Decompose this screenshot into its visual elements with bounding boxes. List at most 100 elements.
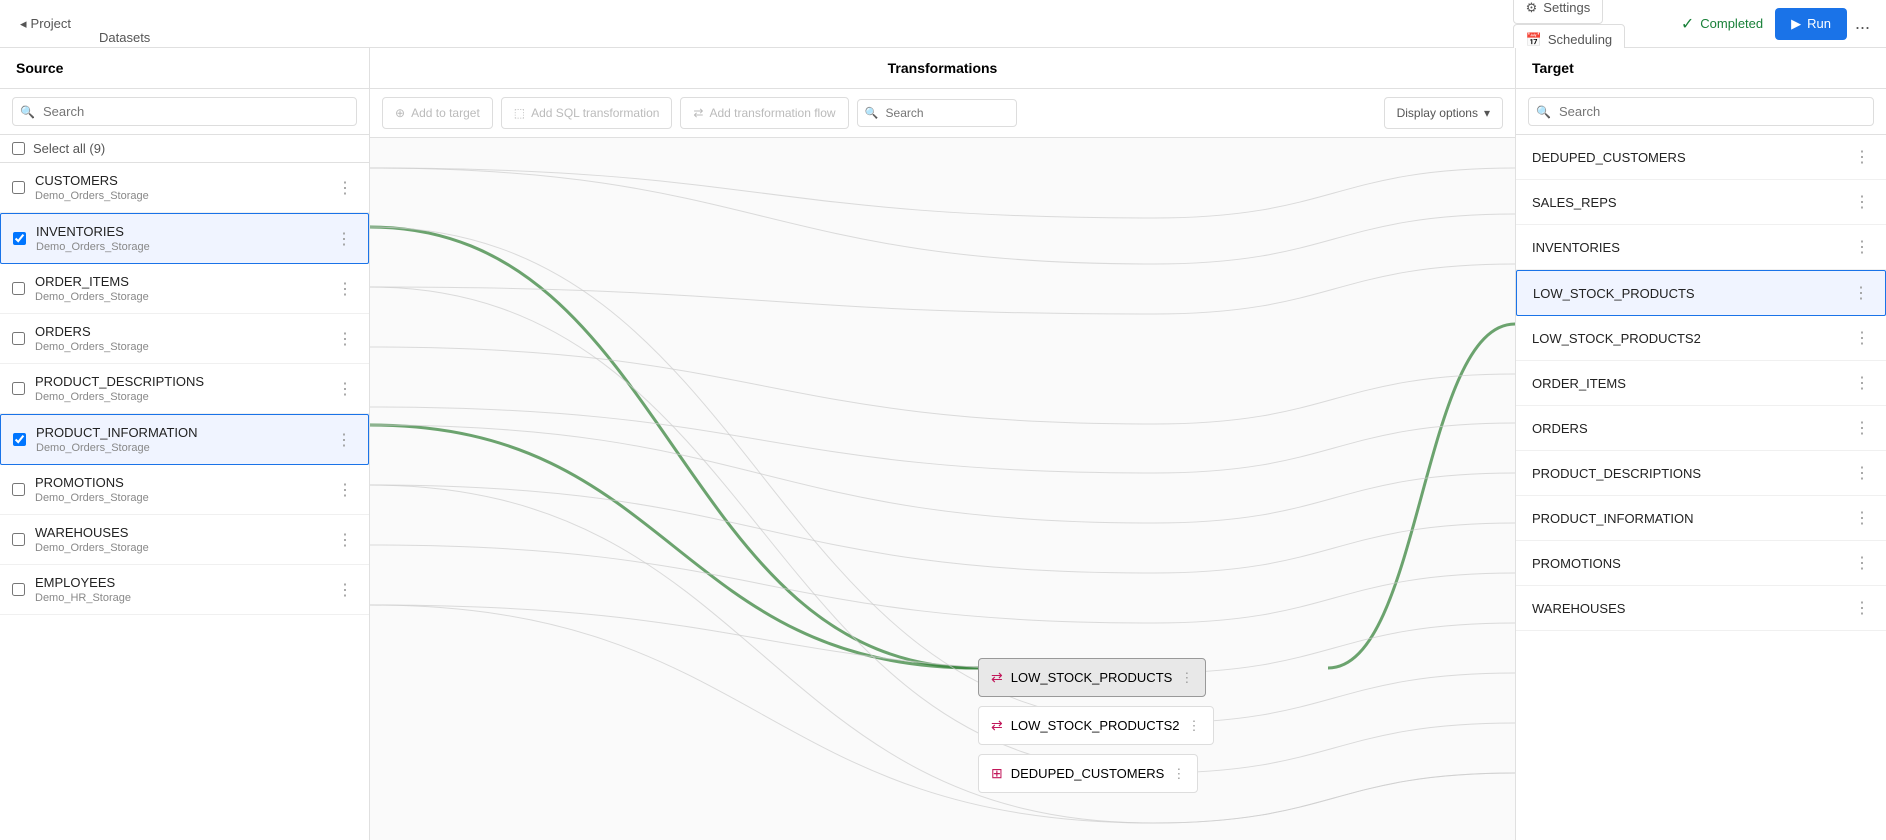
add-to-target-button[interactable]: ⊕ Add to target [382, 97, 493, 129]
source-item-menu-icon[interactable]: ⋮ [332, 227, 356, 251]
target-item-menu-icon[interactable]: ⋮ [1854, 598, 1870, 618]
source-item-checkbox[interactable] [12, 583, 25, 596]
source-item-checkbox[interactable] [12, 282, 25, 295]
source-item-info: CUSTOMERS Demo_Orders_Storage [35, 173, 333, 202]
source-item[interactable]: EMPLOYEES Demo_HR_Storage ⋮ [0, 565, 369, 615]
target-item-menu-icon[interactable]: ⋮ [1854, 508, 1870, 528]
source-item-menu-icon[interactable]: ⋮ [333, 327, 357, 351]
source-item[interactable]: PRODUCT_INFORMATION Demo_Orders_Storage … [0, 414, 369, 465]
source-item-checkbox[interactable] [12, 483, 25, 496]
source-item-name: PRODUCT_INFORMATION [36, 425, 332, 440]
target-item[interactable]: PRODUCT_DESCRIPTIONS ⋮ [1516, 451, 1886, 496]
more-button[interactable]: ... [1851, 9, 1874, 38]
node-menu-icon[interactable]: ⋮ [1188, 718, 1201, 734]
source-item-menu-icon[interactable]: ⋮ [333, 277, 357, 301]
transform-title: Transformations [370, 48, 1515, 89]
target-search-container: 🔍 [1516, 89, 1886, 135]
target-item[interactable]: INVENTORIES ⋮ [1516, 225, 1886, 270]
source-item[interactable]: PRODUCT_DESCRIPTIONS Demo_Orders_Storage… [0, 364, 369, 414]
source-item-menu-icon[interactable]: ⋮ [333, 478, 357, 502]
source-item[interactable]: ORDER_ITEMS Demo_Orders_Storage ⋮ [0, 264, 369, 314]
target-item-menu-icon[interactable]: ⋮ [1854, 237, 1870, 257]
source-item-storage: Demo_HR_Storage [35, 592, 333, 604]
target-item-name: LOW_STOCK_PRODUCTS [1533, 286, 1853, 301]
add-sql-label: Add SQL transformation [531, 106, 659, 120]
source-item-name: PROMOTIONS [35, 475, 333, 490]
transform-search-input[interactable] [857, 99, 1017, 127]
target-item-menu-icon[interactable]: ⋮ [1854, 192, 1870, 212]
source-search-input[interactable] [12, 97, 357, 126]
source-item-checkbox[interactable] [13, 232, 26, 245]
node-menu-icon[interactable]: ⋮ [1172, 766, 1185, 782]
target-item-menu-icon[interactable]: ⋮ [1854, 553, 1870, 573]
source-item-name: INVENTORIES [36, 224, 332, 239]
target-panel: Target 🔍 DEDUPED_CUSTOMERS ⋮ SALES_REPS … [1516, 48, 1886, 840]
target-item-menu-icon[interactable]: ⋮ [1853, 283, 1869, 303]
target-item[interactable]: PRODUCT_INFORMATION ⋮ [1516, 496, 1886, 541]
source-item-name: EMPLOYEES [35, 575, 333, 590]
node-label: LOW_STOCK_PRODUCTS2 [1011, 718, 1180, 733]
source-item-menu-icon[interactable]: ⋮ [333, 377, 357, 401]
select-all-checkbox[interactable] [12, 142, 25, 155]
source-item-menu-icon[interactable]: ⋮ [332, 428, 356, 452]
transform-node-low_stock_products2[interactable]: ⇄ LOW_STOCK_PRODUCTS2 ⋮ [978, 706, 1214, 745]
back-button[interactable]: ◂ Project [12, 12, 79, 36]
transform-search-container: 🔍 [857, 99, 1017, 127]
transform-node-deduped_customers[interactable]: ⊞ DEDUPED_CUSTOMERS ⋮ [978, 754, 1198, 793]
source-item-storage: Demo_Orders_Storage [35, 291, 333, 303]
target-item[interactable]: PROMOTIONS ⋮ [1516, 541, 1886, 586]
add-target-icon: ⊕ [395, 106, 405, 120]
target-item[interactable]: SALES_REPS ⋮ [1516, 180, 1886, 225]
source-item-name: PRODUCT_DESCRIPTIONS [35, 374, 333, 389]
flow-icon: ⇄ [693, 106, 703, 120]
target-item[interactable]: ORDERS ⋮ [1516, 406, 1886, 451]
transform-toolbar: ⊕ Add to target ⬚ Add SQL transformation… [370, 89, 1515, 138]
source-item-checkbox[interactable] [13, 433, 26, 446]
source-item-info: PRODUCT_DESCRIPTIONS Demo_Orders_Storage [35, 374, 333, 403]
add-flow-button[interactable]: ⇄ Add transformation flow [680, 97, 848, 129]
target-item[interactable]: LOW_STOCK_PRODUCTS ⋮ [1516, 270, 1886, 316]
nav-tab-transform[interactable]: Transform [83, 0, 174, 15]
target-item[interactable]: ORDER_ITEMS ⋮ [1516, 361, 1886, 406]
run-button[interactable]: ▶ Run [1775, 8, 1847, 40]
source-item-checkbox[interactable] [12, 382, 25, 395]
target-item-menu-icon[interactable]: ⋮ [1854, 418, 1870, 438]
target-item[interactable]: WAREHOUSES ⋮ [1516, 586, 1886, 631]
chevron-down-icon: ▾ [1484, 106, 1490, 120]
source-item[interactable]: WAREHOUSES Demo_Orders_Storage ⋮ [0, 515, 369, 565]
source-item-checkbox[interactable] [12, 181, 25, 194]
canvas-connections [370, 138, 1515, 840]
gear-button[interactable]: ⚙Settings [1513, 0, 1604, 24]
target-item-menu-icon[interactable]: ⋮ [1854, 373, 1870, 393]
add-sql-button[interactable]: ⬚ Add SQL transformation [501, 97, 673, 129]
source-item-info: WAREHOUSES Demo_Orders_Storage [35, 525, 333, 554]
source-item-name: CUSTOMERS [35, 173, 333, 188]
source-item-name: ORDERS [35, 324, 333, 339]
target-item-name: PRODUCT_INFORMATION [1532, 511, 1854, 526]
source-item[interactable]: PROMOTIONS Demo_Orders_Storage ⋮ [0, 465, 369, 515]
target-item-menu-icon[interactable]: ⋮ [1854, 147, 1870, 167]
source-item-menu-icon[interactable]: ⋮ [333, 176, 357, 200]
target-item-menu-icon[interactable]: ⋮ [1854, 328, 1870, 348]
run-label: Run [1807, 16, 1831, 31]
transform-node-low_stock_products[interactable]: ⇄ LOW_STOCK_PRODUCTS ⋮ [978, 658, 1206, 697]
source-title: Source [0, 48, 369, 89]
source-item-menu-icon[interactable]: ⋮ [333, 528, 357, 552]
source-item-menu-icon[interactable]: ⋮ [333, 578, 357, 602]
source-item[interactable]: INVENTORIES Demo_Orders_Storage ⋮ [0, 213, 369, 264]
node-menu-icon[interactable]: ⋮ [1180, 670, 1193, 686]
main-layout: Source 🔍 Select all (9) CUSTOMERS Demo_O… [0, 48, 1886, 840]
source-item[interactable]: CUSTOMERS Demo_Orders_Storage ⋮ [0, 163, 369, 213]
transform-search-icon: 🔍 [865, 107, 879, 120]
source-item-checkbox[interactable] [12, 533, 25, 546]
target-search-input[interactable] [1528, 97, 1874, 126]
display-options-button[interactable]: Display options ▾ [1384, 97, 1503, 129]
target-item[interactable]: LOW_STOCK_PRODUCTS2 ⋮ [1516, 316, 1886, 361]
target-item-menu-icon[interactable]: ⋮ [1854, 463, 1870, 483]
target-item-name: DEDUPED_CUSTOMERS [1532, 150, 1854, 165]
select-all-row: Select all (9) [0, 135, 369, 163]
source-item-checkbox[interactable] [12, 332, 25, 345]
action-label: Settings [1543, 0, 1590, 15]
target-item[interactable]: DEDUPED_CUSTOMERS ⋮ [1516, 135, 1886, 180]
source-item[interactable]: ORDERS Demo_Orders_Storage ⋮ [0, 314, 369, 364]
